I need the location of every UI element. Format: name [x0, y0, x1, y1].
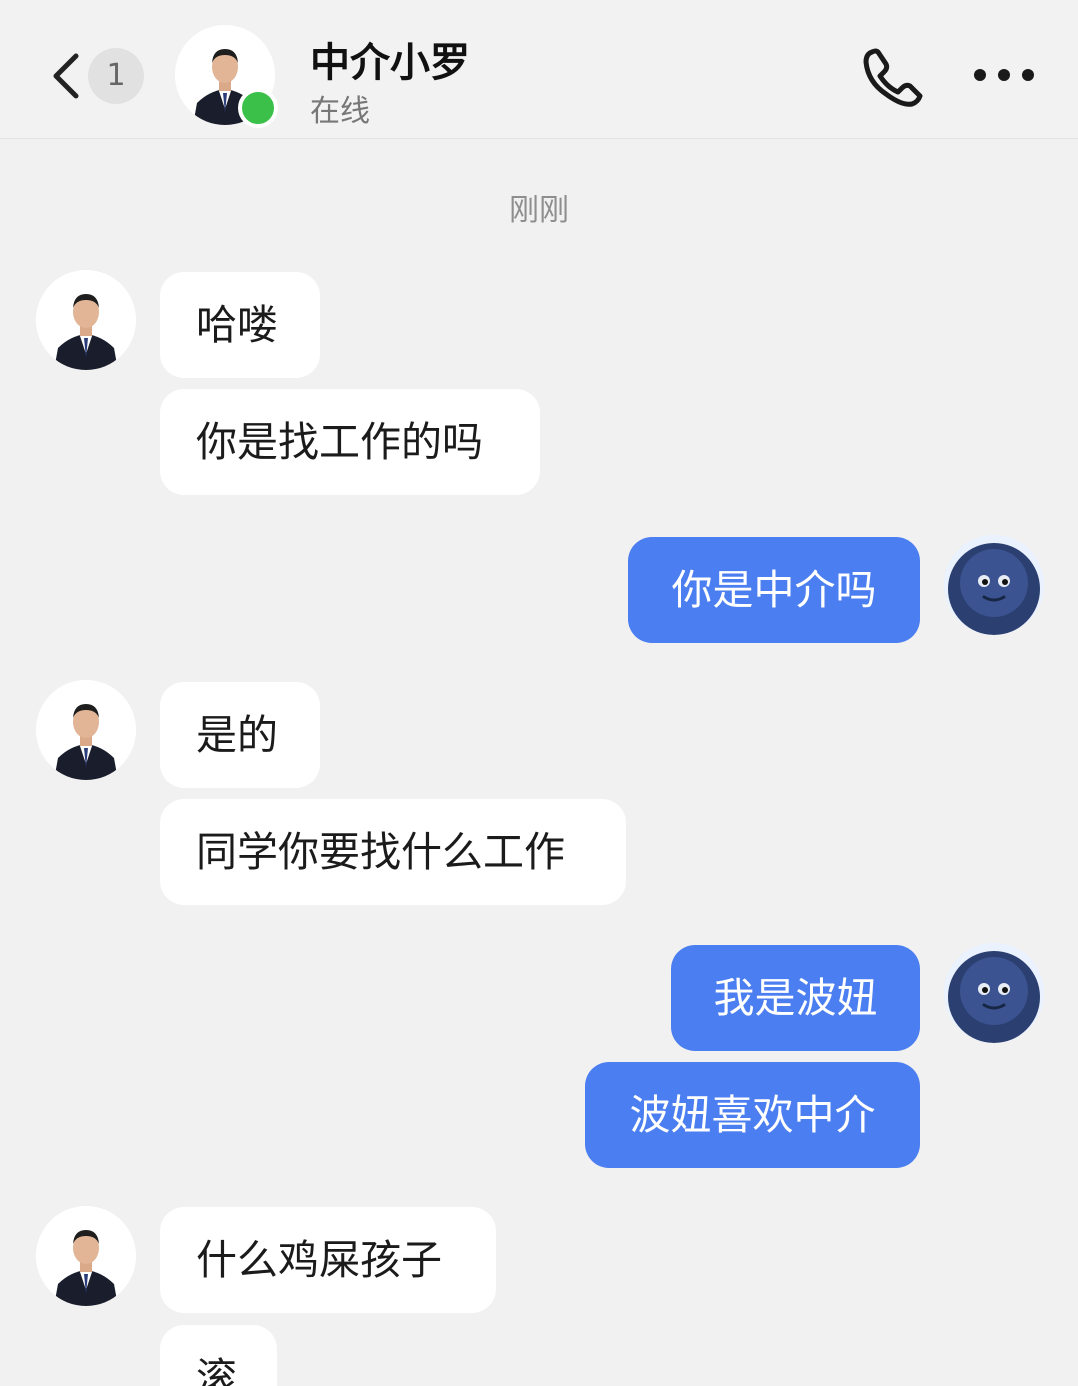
phone-call-icon[interactable] — [858, 42, 928, 112]
user-avatar[interactable] — [944, 943, 1044, 1043]
incoming-message[interactable]: 是的 — [160, 682, 320, 788]
unread-count-badge[interactable]: 1 — [88, 48, 144, 104]
outgoing-message[interactable]: 波妞喜欢中介 — [585, 1062, 920, 1168]
outgoing-message[interactable]: 我是波妞 — [671, 945, 920, 1051]
online-status-dot — [238, 88, 278, 128]
contact-name: 中介小罗 — [310, 40, 470, 86]
user-avatar[interactable] — [944, 535, 1044, 635]
agent-avatar[interactable] — [36, 680, 136, 780]
contact-status: 在线 — [310, 94, 370, 129]
outgoing-message[interactable]: 你是中介吗 — [628, 537, 920, 643]
incoming-message[interactable]: 滚 — [160, 1325, 277, 1386]
agent-avatar[interactable] — [36, 1206, 136, 1306]
incoming-message[interactable]: 什么鸡屎孩子 — [160, 1207, 496, 1313]
message-timestamp: 刚刚 — [509, 193, 569, 228]
chat-header: 1 中介小罗 在线 — [0, 0, 1078, 139]
incoming-message[interactable]: 你是找工作的吗 — [160, 389, 540, 495]
incoming-message[interactable]: 同学你要找什么工作 — [160, 799, 626, 905]
agent-avatar[interactable] — [36, 270, 136, 370]
more-options-icon[interactable] — [972, 60, 1036, 90]
back-chevron-icon[interactable] — [48, 52, 88, 100]
incoming-message[interactable]: 哈喽 — [160, 272, 320, 378]
